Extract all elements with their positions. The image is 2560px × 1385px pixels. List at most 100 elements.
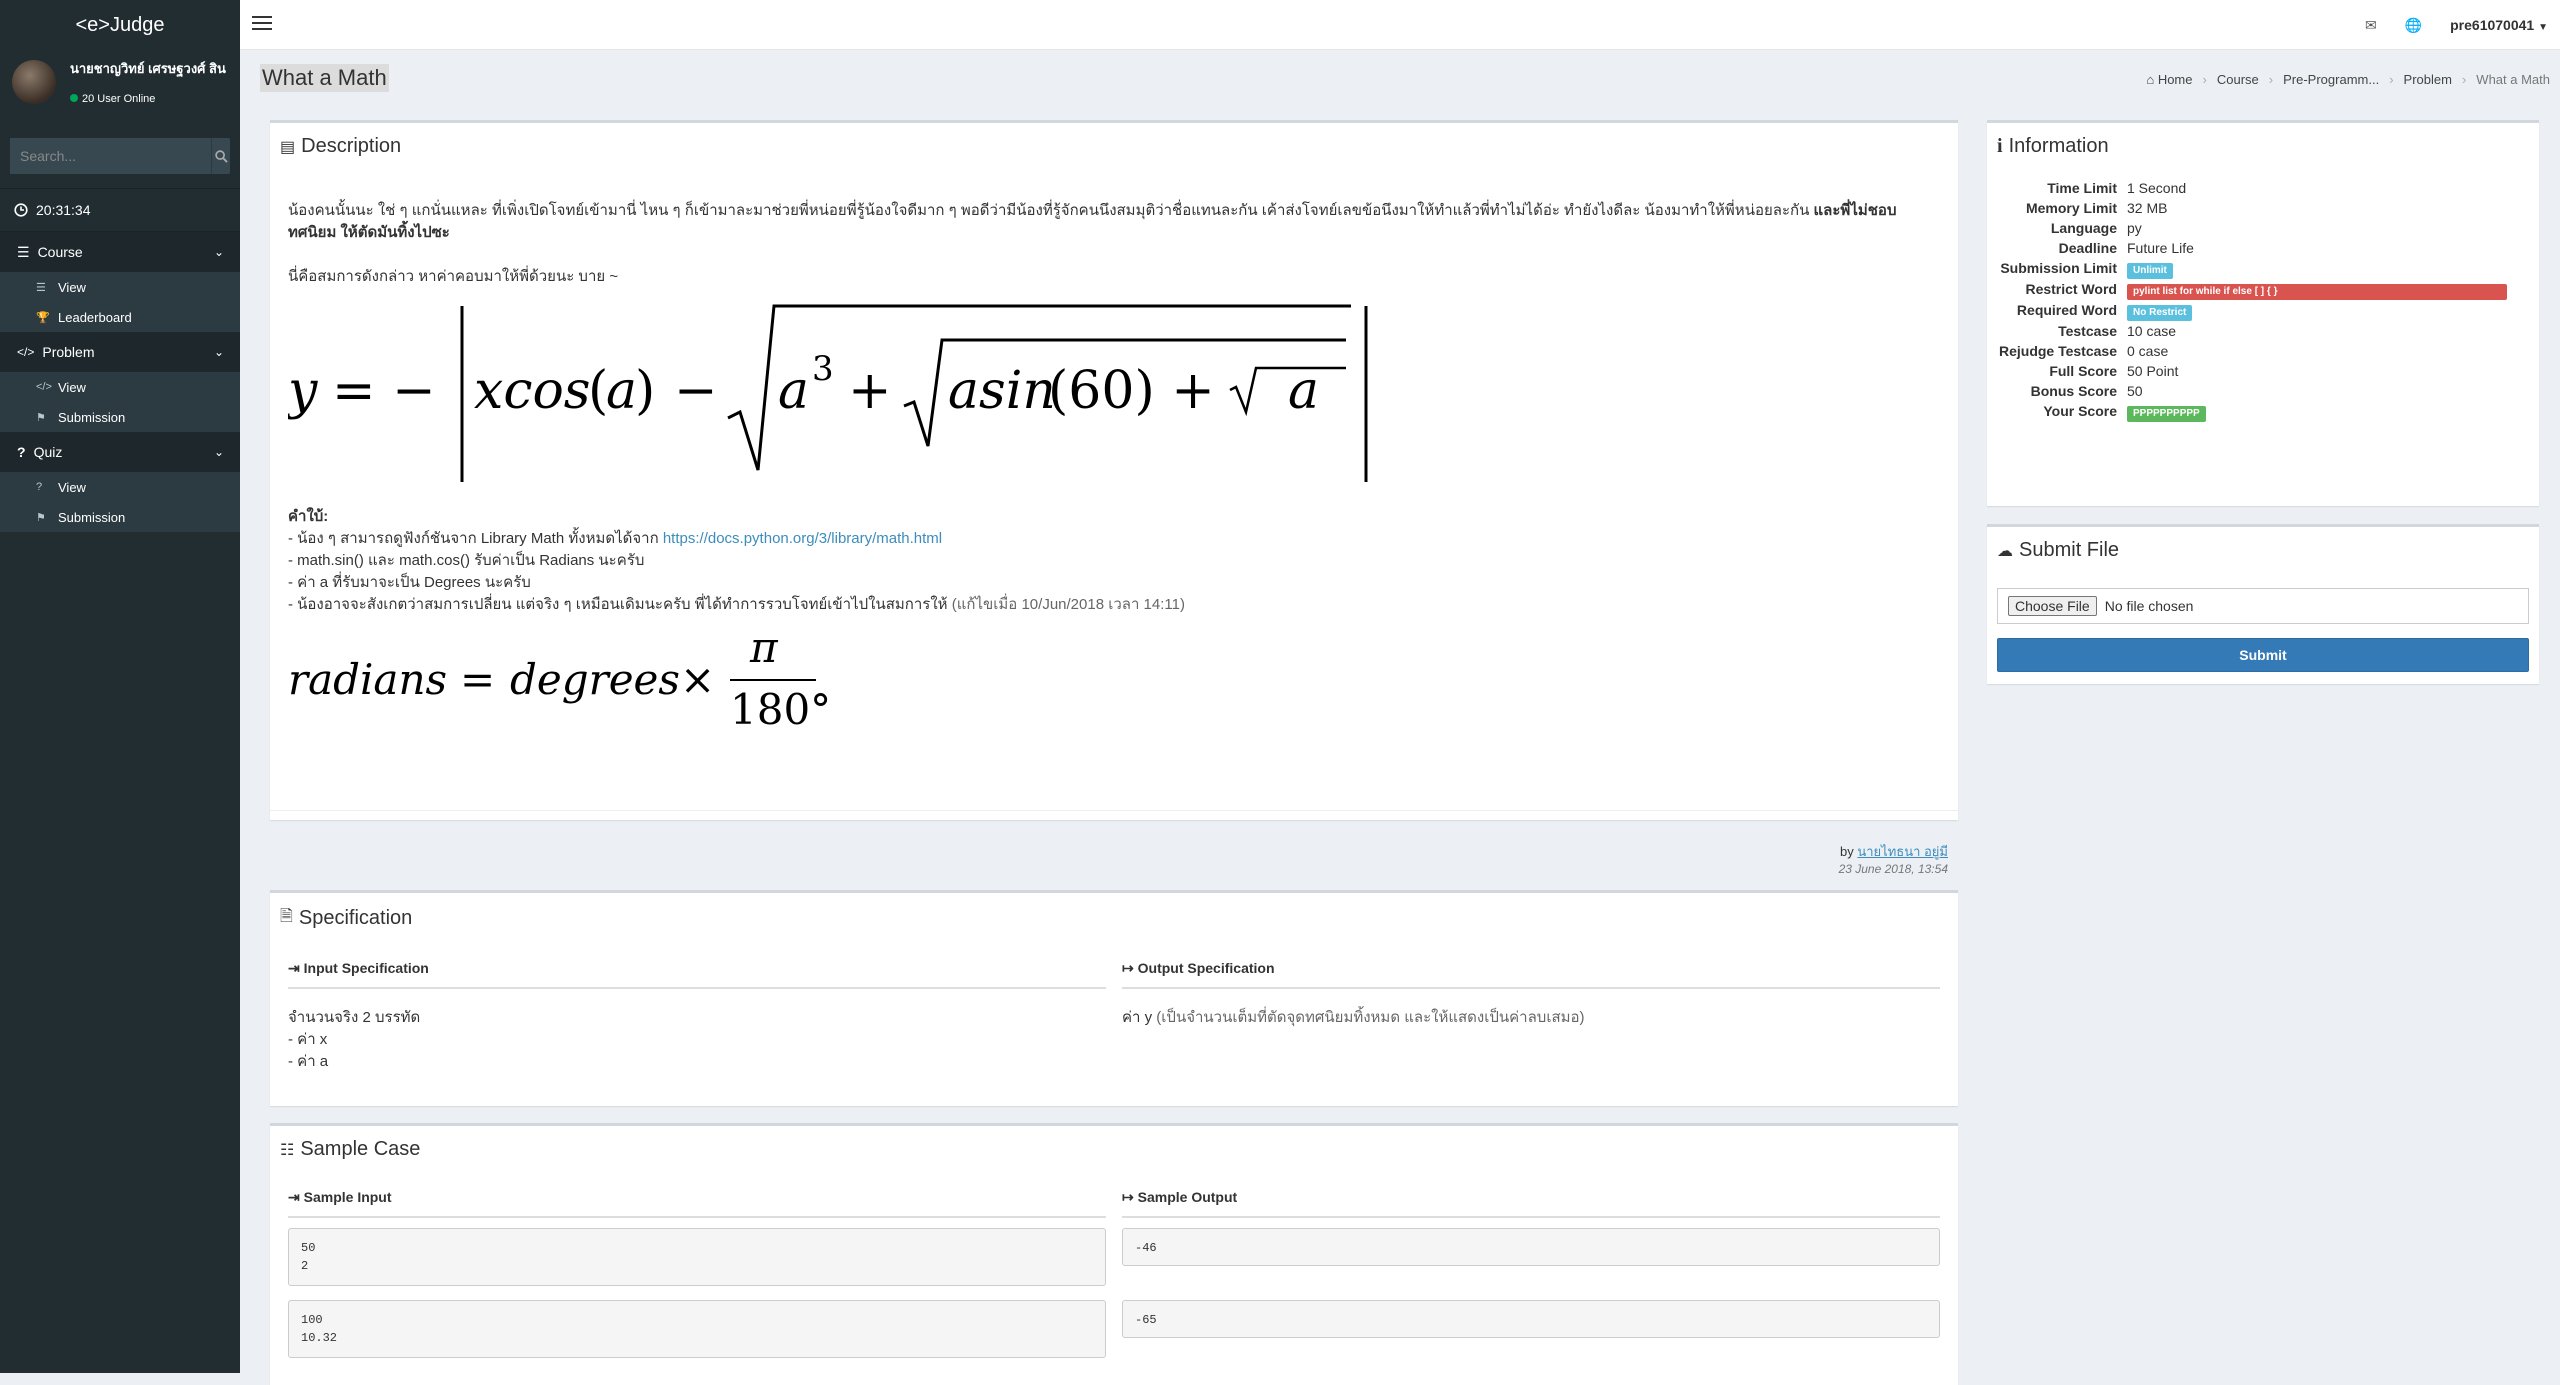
user-menu-name: pre61070041: [2450, 17, 2535, 33]
sample-output-label: Sample Output: [1137, 1189, 1238, 1205]
input-spec-text: จำนวนจริง 2 บรรทัด - ค่า x - ค่า a: [288, 989, 1106, 1073]
list-icon: ☰: [36, 281, 46, 294]
info-badge: pylint list for while if else [ ] { }: [2127, 284, 2507, 300]
sample-case-header: ☷ Sample Case: [270, 1126, 1958, 1173]
breadcrumb-home[interactable]: ⌂ Home: [2146, 72, 2192, 87]
clock-icon: [14, 203, 28, 217]
quiz-submenu: ? View ⚑ Submission: [0, 472, 240, 532]
svg-text:+: +: [848, 361, 892, 421]
svg-text:xcos: xcos: [474, 361, 590, 421]
input-spec-label: Input Specification: [303, 960, 429, 976]
sign-out-icon: ↦: [1122, 1189, 1134, 1205]
hint4-edit-note: (แก้ไขเมื่อ 10/Jun/2018 เวลา 14:11): [951, 596, 1185, 613]
clock-time: 20:31:34: [36, 202, 91, 218]
hint1-text: - น้อง ๆ สามารถดูฟังก์ชันจาก Library Mat…: [288, 530, 659, 547]
specification-box: 🗎 Specification ⇥ Input Specification จำ…: [270, 890, 1958, 1106]
hint-line-1: - น้อง ๆ สามารถดูฟังก์ชันจาก Library Mat…: [288, 528, 1940, 550]
flag-icon: ⚑: [36, 411, 46, 424]
svg-text:(60) +: (60) +: [1048, 361, 1215, 421]
input-spec-line: จำนวนจริง 2 บรรทัด: [288, 1009, 421, 1026]
info-row: Memory Limit 32 MB: [1987, 198, 2539, 218]
info-value: 0 case: [2127, 343, 2169, 359]
search-input[interactable]: [10, 138, 211, 174]
information-title: Information: [2008, 135, 2109, 157]
info-key: Restrict Word: [2025, 281, 2117, 297]
course-view-link[interactable]: ☰ View: [0, 272, 240, 302]
quiz-view-link[interactable]: ? View: [0, 472, 240, 502]
svg-text:π: π: [749, 624, 779, 672]
main-equation: y = − xcos (a) − a3 + asin (60) + a: [288, 304, 1368, 482]
by-label: by: [1840, 844, 1854, 859]
breadcrumb: ⌂ Home › Course › Pre-Programm... › Prob…: [2146, 72, 2550, 87]
info-badge: PPPPPPPPPP: [2127, 406, 2206, 422]
description-line2: นี่คือสมการดังกล่าว หาค่าคอบมาให้พี่ด้วย…: [288, 268, 619, 285]
breadcrumb-problem[interactable]: Problem: [2404, 72, 2452, 87]
problem-submission-link[interactable]: ⚑ Submission: [0, 402, 240, 432]
course-leaderboard-link[interactable]: 🏆 Leaderboard: [0, 302, 240, 332]
hint-title: คำใบ้:: [288, 508, 329, 525]
hamburger-menu-icon[interactable]: [252, 16, 272, 34]
python-math-docs-link[interactable]: https://docs.python.org/3/library/math.h…: [663, 530, 942, 547]
envelope-icon[interactable]: ✉: [2365, 17, 2377, 34]
submit-button[interactable]: Submit: [1997, 638, 2529, 672]
info-key: Bonus Score: [2030, 383, 2117, 399]
post-date: 23 June 2018, 13:54: [1838, 862, 1948, 876]
online-count: 20 User Online: [82, 93, 156, 105]
globe-icon[interactable]: 🌐: [2405, 17, 2422, 34]
info-key: Rejudge Testcase: [1998, 343, 2117, 359]
sample-output-2: -65: [1122, 1300, 1940, 1338]
info-row: Testcase 10 case: [1987, 321, 2539, 341]
menu-course[interactable]: ☰ Course ⌄: [0, 232, 240, 272]
svg-text:= −: = −: [332, 361, 436, 421]
user-menu[interactable]: pre61070041 ▼: [2450, 17, 2548, 33]
avatar: [12, 60, 56, 104]
hint-line-2: - math.sin() และ math.cos() รับค่าเป็น R…: [288, 552, 645, 569]
info-badge-cell: PPPPPPPPPP: [2127, 401, 2206, 422]
info-row: Deadline Future Life: [1987, 238, 2539, 258]
specification-title: Specification: [298, 907, 413, 929]
info-row: Required Word No Restrict: [1987, 300, 2539, 321]
info-key: Required Word: [2016, 302, 2117, 318]
menu-problem[interactable]: </> Problem ⌄: [0, 332, 240, 372]
svg-text:3: 3: [812, 349, 834, 389]
info-badge: No Restrict: [2127, 305, 2193, 321]
info-key: Memory Limit: [2025, 200, 2117, 216]
specification-header: 🗎 Specification: [270, 893, 1958, 944]
breadcrumb-separator: ›: [2389, 72, 2394, 87]
info-key: Testcase: [2058, 323, 2117, 339]
description-footer-divider: [270, 810, 1958, 811]
author-link[interactable]: นายไทธนา อยู่มี: [1857, 844, 1948, 859]
search-button[interactable]: [211, 138, 230, 174]
info-key: Submission Limit: [2000, 260, 2117, 276]
description-body: น้องคนนั้นนะ ใช่ ๆ แกนั่นแหละ ที่เพิ่งเป…: [270, 170, 1958, 744]
info-key: Full Score: [2049, 363, 2117, 379]
flag-icon: ⚑: [36, 511, 46, 524]
problem-view-link[interactable]: </> View: [0, 372, 240, 402]
info-key: Time Limit: [2047, 180, 2117, 196]
info-row: Time Limit 1 Second: [1987, 178, 2539, 198]
radians-equation: radians = degrees × π 180°: [288, 624, 831, 734]
info-row: Restrict Word pylint list for while if el…: [1987, 279, 2539, 300]
info-icon: i: [1997, 135, 2003, 157]
breadcrumb-course[interactable]: Course: [2217, 72, 2259, 87]
output-spec-text: ค่า y (เป็นจำนวนเต็มที่ตัดจุดทศนิยมทิ้งห…: [1122, 989, 1940, 1029]
breadcrumb-separator: ›: [2461, 72, 2467, 87]
svg-text:−: −: [674, 361, 718, 421]
choose-file-button[interactable]: Choose File: [2008, 596, 2097, 616]
svg-text:180°: 180°: [730, 685, 831, 734]
sample-output-col: ↦ Sample Output -46 -65: [1114, 1173, 1948, 1358]
user-name: นายชาญวิทย์ เศรษฐวงศ์ สิน: [70, 61, 226, 76]
problem-submenu: </> View ⚑ Submission: [0, 372, 240, 432]
app-logo[interactable]: <e>Judge: [0, 0, 240, 50]
sample-case-title: Sample Case: [300, 1138, 421, 1160]
file-input[interactable]: Choose File No file chosen: [1997, 588, 2529, 624]
online-status: 20 User Online: [70, 93, 155, 105]
description-title: Description: [301, 135, 402, 157]
info-row: Your Score PPPPPPPPPP: [1987, 401, 2539, 422]
clock: 20:31:34: [0, 188, 240, 232]
svg-text:a: a: [606, 361, 637, 421]
quiz-submission-link[interactable]: ⚑ Submission: [0, 502, 240, 532]
menu-quiz[interactable]: ? Quiz ⌄: [0, 432, 240, 472]
file-text-icon: 🗎: [280, 908, 293, 925]
breadcrumb-preprogramming[interactable]: Pre-Programm...: [2283, 72, 2379, 87]
